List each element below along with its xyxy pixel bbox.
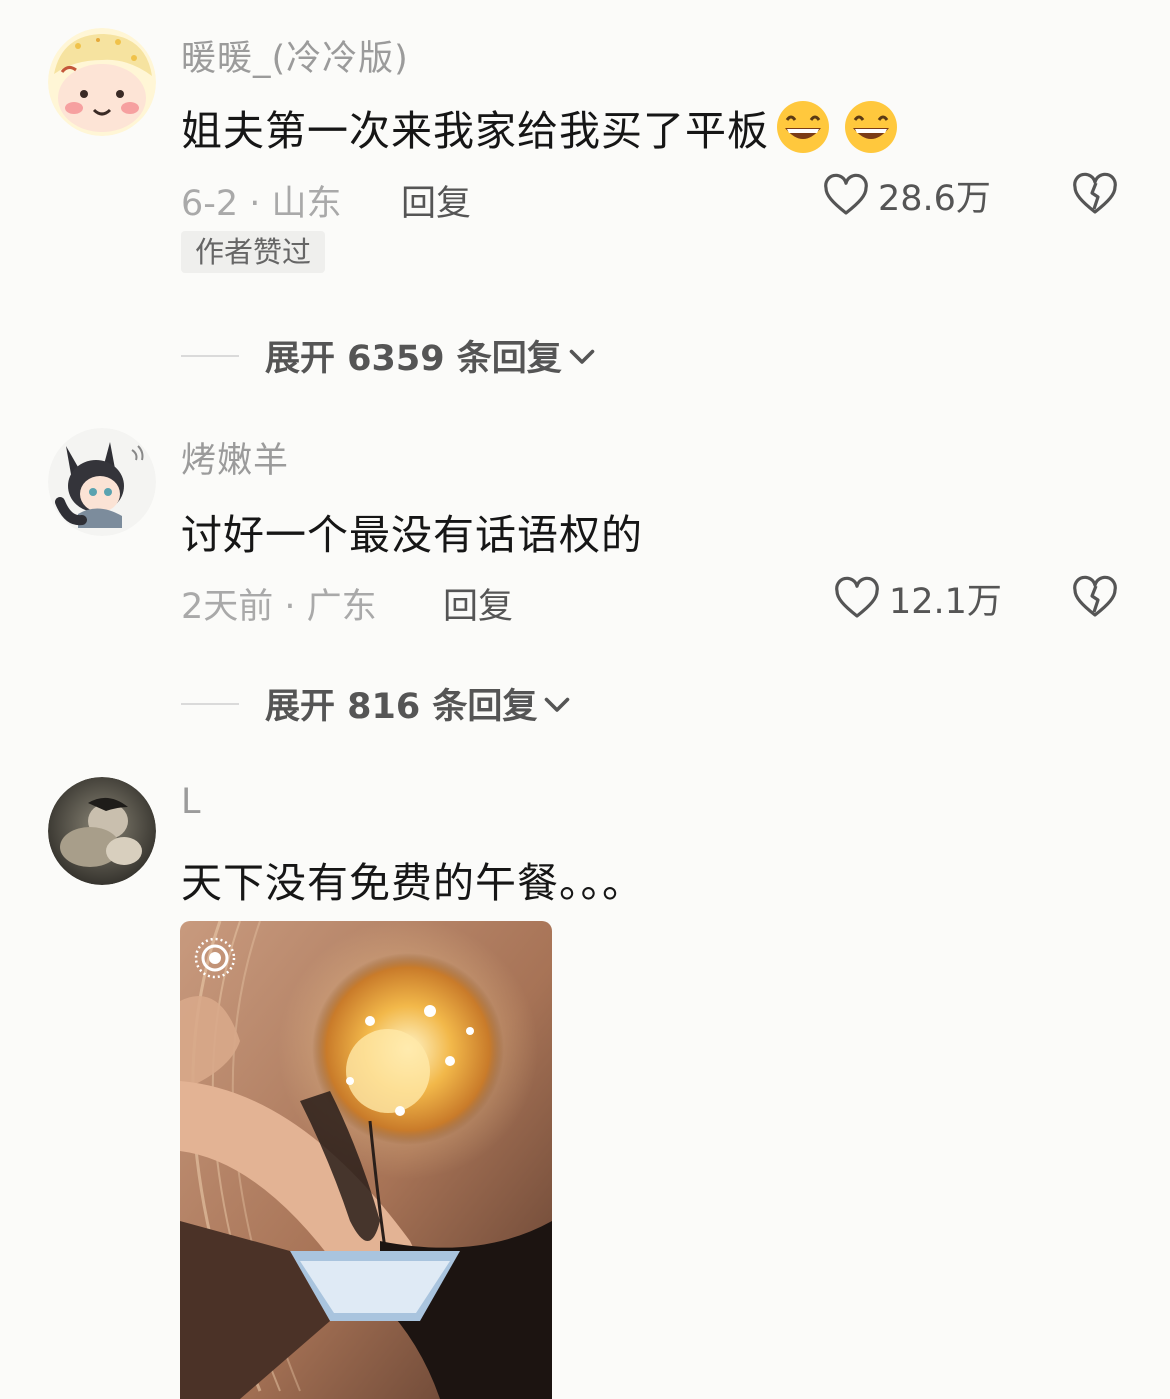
grinning-sweat-emoji-icon (777, 101, 829, 153)
reply-button[interactable]: 回复 (401, 175, 471, 226)
avatar[interactable] (48, 28, 156, 136)
expand-replies-text: 展开 6359 条回复 (265, 339, 562, 379)
heart-icon (824, 173, 868, 215)
like-count: 28.6万 (878, 179, 991, 219)
chevron-down-icon (545, 697, 570, 712)
avatar[interactable] (48, 428, 156, 536)
grinning-sweat-emoji-icon (845, 101, 897, 153)
username[interactable]: 烤嫩羊 (181, 432, 289, 483)
comment-meta: 6-2 · 山东 (181, 184, 342, 224)
live-photo-icon (194, 937, 236, 979)
broken-heart-icon[interactable] (1071, 171, 1119, 219)
avatar[interactable] (48, 777, 156, 885)
comment-content: 姐夫第一次来我家给我买了平板 (181, 97, 901, 157)
like-button[interactable]: 28.6万 (822, 170, 991, 221)
comment-meta: 2天前 · 广东 (181, 587, 377, 627)
like-button[interactable]: 12.1万 (833, 573, 1002, 624)
divider (181, 702, 239, 705)
expand-replies-button[interactable]: 展开 6359 条回复 (181, 330, 600, 381)
author-liked-badge: 作者赞过 (181, 231, 326, 273)
chevron-down-icon (569, 349, 595, 364)
like-count: 12.1万 (889, 582, 1002, 622)
username[interactable]: L (181, 782, 202, 822)
comment-image[interactable] (180, 921, 552, 1399)
username[interactable]: 暖暖_(冷冷版) (181, 30, 409, 81)
expand-replies-text: 展开 816 条回复 (265, 687, 538, 727)
expand-replies-button[interactable]: 展开 816 条回复 (181, 678, 575, 729)
comment-text: 姐夫第一次来我家给我买了平板 (181, 107, 769, 155)
reply-button[interactable]: 回复 (443, 578, 513, 629)
heart-icon (835, 576, 879, 618)
comment-text: 讨好一个最没有话语权的 (181, 511, 643, 559)
comment-text: 天下没有免费的午餐。。。 (181, 859, 644, 907)
divider (181, 354, 239, 357)
broken-heart-icon[interactable] (1071, 574, 1119, 622)
